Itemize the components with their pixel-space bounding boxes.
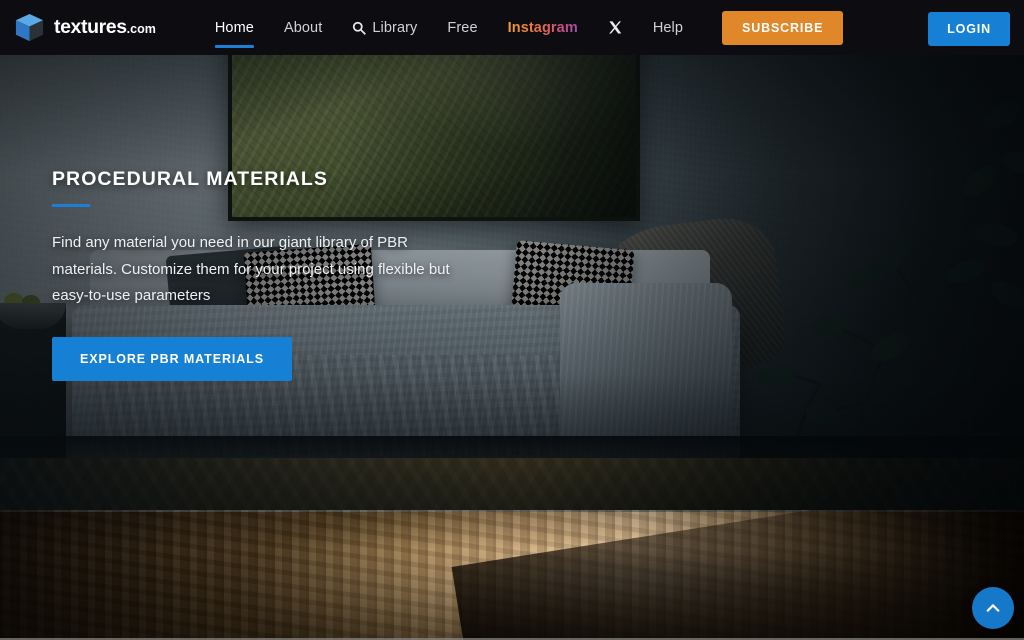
brand-logo[interactable]: textures.com	[14, 12, 156, 43]
active-tab-underline	[214, 45, 254, 48]
nav-links: Home About Library Free Instagram Help S…	[200, 0, 844, 55]
hero-copy: PROCEDURAL MATERIALS Find any material y…	[52, 168, 482, 381]
nav-item-free[interactable]: Free	[432, 0, 492, 55]
brand-name: textures.com	[54, 16, 156, 39]
relief-vignette	[0, 510, 1024, 640]
nav-item-home-label: Home	[214, 19, 254, 36]
page-root: textures.com Home About Library Free Ins…	[0, 0, 1024, 640]
hero-title: PROCEDURAL MATERIALS	[52, 168, 328, 190]
nav-item-about[interactable]: About	[269, 0, 337, 55]
nav-item-help[interactable]: Help	[638, 0, 698, 55]
search-icon	[353, 21, 367, 35]
hero-section: PROCEDURAL MATERIALS Find any material y…	[0, 55, 1024, 510]
nav-item-help-label: Help	[652, 19, 684, 36]
nav-item-library-label: Library	[372, 19, 418, 36]
nav-item-x-twitter[interactable]	[593, 0, 638, 55]
explore-pbr-materials-button[interactable]: EXPLORE PBR MATERIALS	[52, 336, 292, 381]
brand-suffix: .com	[126, 22, 156, 36]
cube-icon	[15, 13, 44, 42]
hero-subtitle: Find any material you need in our giant …	[52, 234, 450, 304]
hero-title-rule	[52, 204, 90, 207]
nav-item-instagram[interactable]: Instagram	[493, 0, 593, 55]
nav-item-instagram-label: Instagram	[507, 19, 578, 36]
top-navigation-bar: textures.com Home About Library Free Ins…	[0, 0, 1024, 55]
nav-item-home[interactable]: Home	[200, 0, 269, 55]
scroll-to-top-button[interactable]	[972, 587, 1014, 629]
x-twitter-icon	[609, 21, 622, 34]
brand-name-text: textures	[54, 16, 127, 38]
nav-item-library[interactable]: Library	[337, 0, 432, 55]
subscribe-button[interactable]: SUBSCRIBE	[722, 10, 844, 45]
nav-item-about-label: About	[283, 19, 323, 36]
secondary-banner-section[interactable]	[0, 510, 1024, 640]
login-button[interactable]: LOGIN	[928, 12, 1010, 46]
nav-item-free-label: Free	[447, 19, 478, 36]
chevron-up-icon	[986, 604, 1000, 612]
